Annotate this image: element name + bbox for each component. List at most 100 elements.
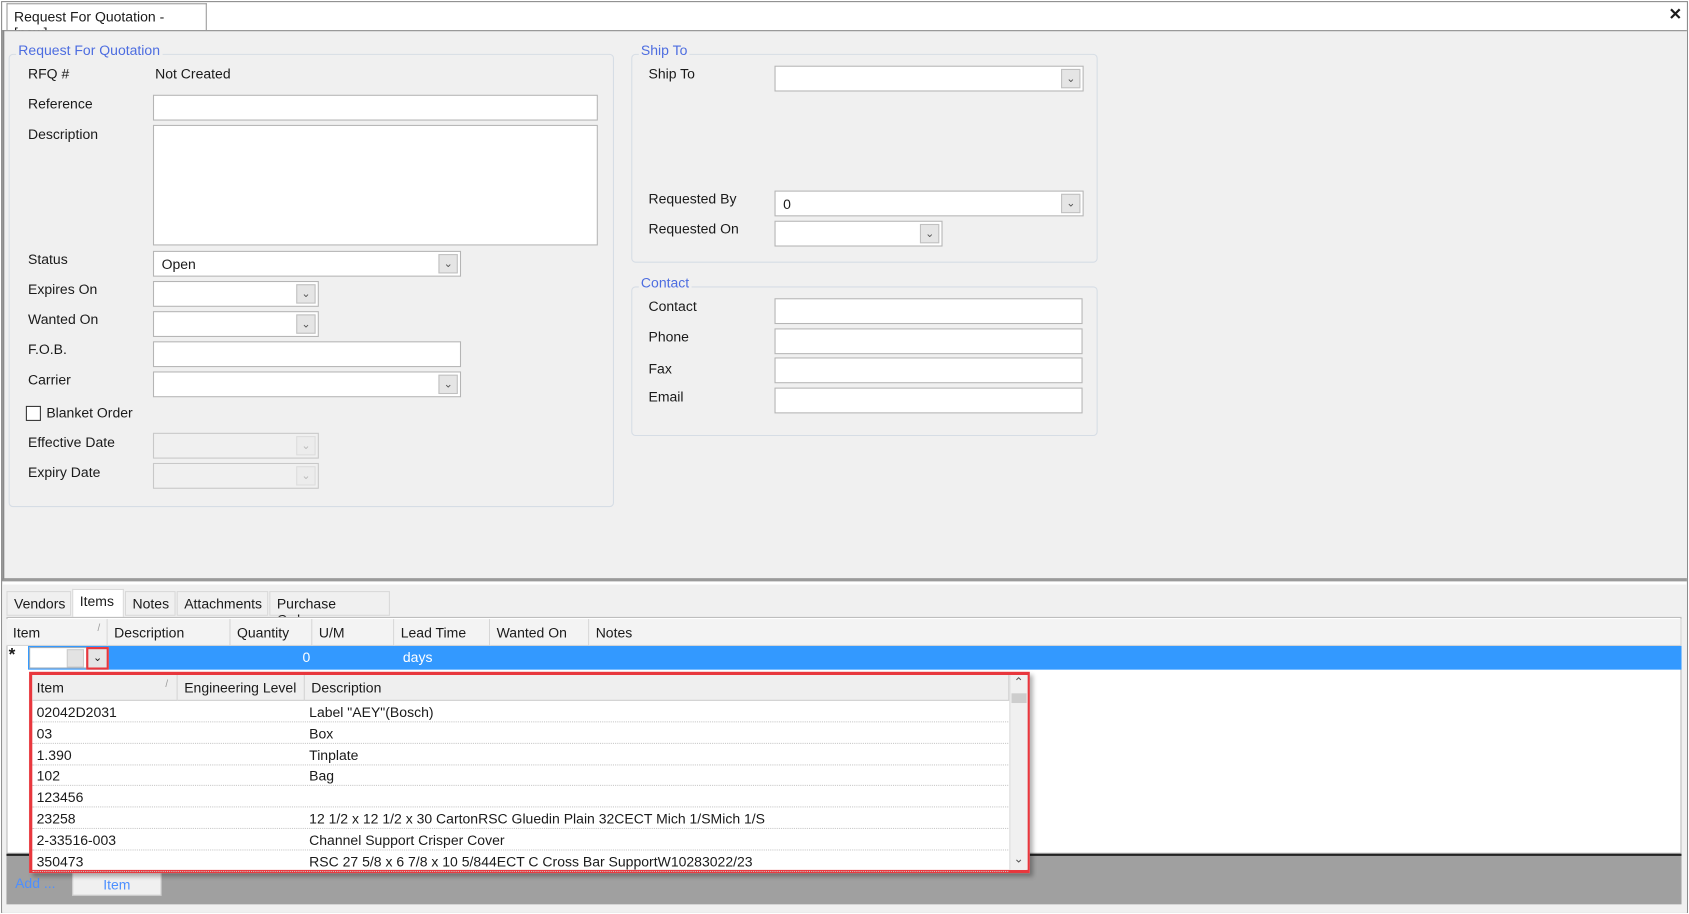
fax-label: Fax: [648, 360, 672, 377]
tab-notes[interactable]: Notes: [124, 591, 176, 616]
chevron-down-icon[interactable]: ⌄: [919, 223, 940, 244]
status-select[interactable]: Open ⌄: [152, 250, 462, 277]
requested-on-label: Requested On: [648, 220, 739, 237]
expires-label: Expires On: [28, 280, 98, 298]
fob-label: F.O.B.: [28, 341, 67, 358]
column-header-quantity[interactable]: Quantity: [230, 619, 313, 646]
dropdown-header-description[interactable]: Description: [304, 675, 1010, 701]
dropdown-row-item: 2-33516-003: [36, 831, 117, 849]
dropdown-row[interactable]: 02042D2031 Label "AEY"(Bosch): [32, 701, 1009, 723]
status-value: Open: [161, 256, 196, 273]
ship-to-select[interactable]: ⌄: [774, 65, 1084, 92]
status-label: Status: [28, 250, 68, 267]
blanket-order-label[interactable]: Blanket Order: [46, 405, 132, 421]
column-header-item[interactable]: Item /: [6, 619, 108, 646]
contact-legend: Contact: [638, 274, 692, 291]
tab-items[interactable]: Items: [72, 588, 124, 617]
wanted-date-picker[interactable]: ⌄: [152, 311, 319, 337]
tab-attachments[interactable]: Attachments: [176, 591, 269, 616]
chevron-down-icon: ⌄: [296, 466, 316, 486]
fax-input[interactable]: [774, 357, 1083, 384]
chevron-down-icon[interactable]: ⌄: [296, 314, 316, 334]
column-header-um[interactable]: U/M: [312, 619, 395, 646]
chevron-down-icon: ⌄: [296, 436, 316, 456]
column-header-notes[interactable]: Notes: [589, 619, 1682, 646]
chevron-down-icon[interactable]: ⌄: [438, 374, 458, 395]
dropdown-row[interactable]: 123456: [32, 786, 1009, 808]
tab-vendors[interactable]: Vendors: [6, 591, 72, 616]
document-tab[interactable]: Request For Quotation - [new]: [6, 3, 207, 41]
expiry-date-label: Expiry Date: [28, 464, 101, 481]
email-label: Email: [648, 388, 684, 405]
chevron-down-icon[interactable]: ⌄: [1061, 68, 1081, 89]
dropdown-row-description: Tinplate: [309, 746, 359, 763]
fob-input[interactable]: [152, 341, 462, 368]
dropdown-row-description: RSC 27 5/8 x 6 7/8 x 10 5/844ECT C Cross…: [309, 853, 753, 870]
column-header-wanted-on[interactable]: Wanted On: [490, 619, 590, 646]
dropdown-scrollbar[interactable]: ⌃ ⌄: [1009, 675, 1028, 870]
sort-icon: /: [165, 678, 169, 690]
chevron-down-icon[interactable]: ⌄: [1061, 193, 1081, 214]
column-header-description[interactable]: Description: [107, 619, 231, 646]
dropdown-row-description: Channel Support Crisper Cover: [309, 831, 505, 849]
add-link[interactable]: Add ...: [15, 875, 55, 891]
dropdown-item-label: Item: [36, 679, 64, 696]
item-lookup-dropdown: Item / Engineering Level Description 0204…: [29, 671, 1030, 874]
quantity-cell[interactable]: 0: [231, 649, 310, 665]
email-input[interactable]: [774, 387, 1083, 414]
dropdown-row[interactable]: 1.390 Tinplate: [32, 743, 1009, 766]
rfq-value: Not Created: [155, 65, 231, 82]
carrier-select[interactable]: ⌄: [152, 371, 462, 398]
dropdown-row-description: Bag: [309, 768, 335, 785]
requested-by-select[interactable]: 0 ⌄: [774, 190, 1084, 217]
rfq-legend: Request For Quotation: [16, 41, 163, 59]
reference-input[interactable]: [152, 94, 598, 121]
requested-by-value: 0: [783, 195, 791, 213]
dropdown-row-description: Label "AEY"(Bosch): [309, 704, 434, 721]
rfq-label: RFQ #: [28, 65, 70, 82]
dropdown-row-item: 350473: [36, 853, 84, 870]
dropdown-row[interactable]: 2-33516-003 Channel Support Crisper Cover: [32, 829, 1009, 851]
dropdown-row[interactable]: 23258 12 1/2 x 12 1/2 x 30 CartonRSC Glue…: [32, 807, 1009, 829]
item-dropdown-button[interactable]: ⌄: [86, 647, 109, 670]
dropdown-header-item[interactable]: Item /: [32, 675, 178, 701]
requested-on-date-picker[interactable]: ⌄: [774, 220, 943, 247]
ship-to-label: Ship To: [648, 65, 695, 82]
chevron-down-icon[interactable]: ⌄: [296, 284, 316, 304]
dropdown-header-engineering-level[interactable]: Engineering Level: [177, 675, 305, 701]
dropdown-row-item: 03: [36, 725, 53, 742]
wanted-label: Wanted On: [28, 311, 99, 328]
expiry-date-picker: ⌄: [152, 462, 319, 489]
column-header-lead-time[interactable]: Lead Time: [394, 619, 491, 646]
close-icon[interactable]: ✕: [1669, 4, 1683, 23]
chevron-down-icon[interactable]: ⌄: [438, 254, 458, 274]
tab-purchase-orders[interactable]: Purchase Orders: [269, 591, 390, 628]
column-item-label: Item: [12, 624, 41, 641]
dropdown-row[interactable]: 350473 RSC 27 5/8 x 6 7/8 x 10 5/844ECT C…: [32, 850, 1009, 872]
scroll-down-icon[interactable]: ⌄: [1014, 852, 1024, 866]
expires-date-picker[interactable]: ⌄: [152, 280, 319, 307]
dropdown-row-item: 23258: [36, 810, 76, 827]
lead-time-cell[interactable]: days: [403, 649, 433, 665]
scroll-up-icon[interactable]: ⌃: [1014, 675, 1024, 689]
reference-label: Reference: [28, 95, 93, 112]
phone-label: Phone: [648, 328, 689, 345]
contact-input[interactable]: [774, 298, 1083, 325]
new-row-indicator: *: [8, 645, 16, 665]
carrier-label: Carrier: [28, 371, 71, 388]
effective-date-label: Effective Date: [28, 433, 115, 451]
requested-by-label: Requested By: [648, 190, 737, 207]
contact-label: Contact: [648, 298, 697, 315]
dropdown-row-item: 123456: [36, 789, 84, 806]
dropdown-row[interactable]: 102 Bag: [32, 765, 1009, 787]
ship-to-legend: Ship To: [638, 41, 690, 59]
item-lookup-button[interactable]: [66, 649, 85, 668]
dropdown-row[interactable]: 03 Box: [32, 722, 1009, 744]
scroll-thumb[interactable]: [1011, 693, 1027, 704]
add-item-button[interactable]: Item: [72, 872, 162, 896]
blanket-order-checkbox[interactable]: [25, 405, 41, 421]
description-textarea[interactable]: [152, 124, 598, 246]
dropdown-row-description: 12 1/2 x 12 1/2 x 30 CartonRSC Gluedin P…: [309, 810, 766, 827]
phone-input[interactable]: [774, 328, 1083, 355]
dropdown-row-item: 02042D2031: [36, 704, 117, 721]
